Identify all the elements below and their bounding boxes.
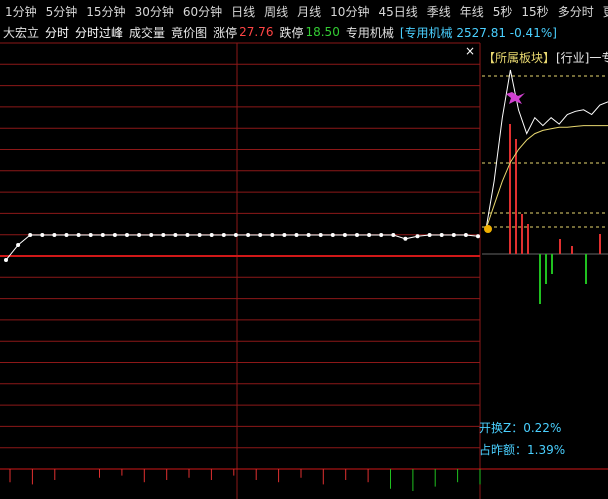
dashed-level-lines [482, 75, 608, 228]
price-dot [88, 233, 93, 237]
chart-canvas: × 【所属板块】 [行业]一专 开换Z：0.22% 占昨额：1.39% [0, 42, 608, 499]
price-dot [64, 233, 69, 237]
price-dot [173, 233, 178, 237]
price-dot [16, 243, 21, 247]
open-turnover-stat: 开换Z：0.22% [479, 421, 561, 435]
price-dot [221, 233, 226, 237]
close-icon[interactable]: × [465, 44, 475, 58]
price-dot [379, 233, 384, 237]
price-dot [342, 233, 347, 237]
price-dot [403, 236, 408, 241]
price-dot [112, 233, 117, 237]
price-dot [427, 233, 432, 237]
price-dot [330, 233, 335, 237]
panel-volume-bars [509, 124, 601, 304]
price-dot [149, 233, 154, 237]
price-dot [258, 233, 263, 237]
price-dot [185, 233, 190, 237]
price-dot [76, 233, 81, 237]
price-dot [52, 233, 57, 237]
price-dot [270, 233, 275, 237]
panel-price-line [485, 69, 608, 230]
price-dot [391, 233, 396, 237]
prev-amount-stat: 占昨额：1.39% [479, 442, 565, 457]
price-dot [306, 233, 311, 237]
price-dot [100, 233, 105, 237]
price-dot [318, 233, 323, 237]
price-dot [355, 233, 359, 237]
price-dot [209, 233, 214, 237]
price-dot [197, 233, 202, 237]
price-dots [4, 233, 480, 262]
price-dot [233, 233, 238, 237]
price-dot [28, 233, 33, 237]
price-dot [367, 233, 372, 237]
price-dot [4, 258, 8, 262]
price-dot [137, 233, 142, 237]
price-dot [451, 233, 456, 237]
price-dot [294, 233, 299, 237]
price-dot [246, 233, 251, 237]
price-dot [282, 233, 287, 237]
price-dot [161, 233, 166, 237]
volume-bars [9, 469, 481, 491]
price-dot [439, 233, 444, 237]
price-dot [415, 234, 420, 239]
panel-avg-line [485, 125, 608, 230]
price-dot [125, 233, 129, 237]
open-marker-icon [484, 225, 492, 233]
price-dot [40, 233, 45, 237]
grid-lines [0, 42, 480, 449]
price-dot [463, 233, 468, 237]
industry-tag[interactable]: [行业]一专 [556, 50, 608, 65]
sector-title: 【所属板块】 [483, 51, 555, 65]
price-dot [476, 234, 480, 239]
